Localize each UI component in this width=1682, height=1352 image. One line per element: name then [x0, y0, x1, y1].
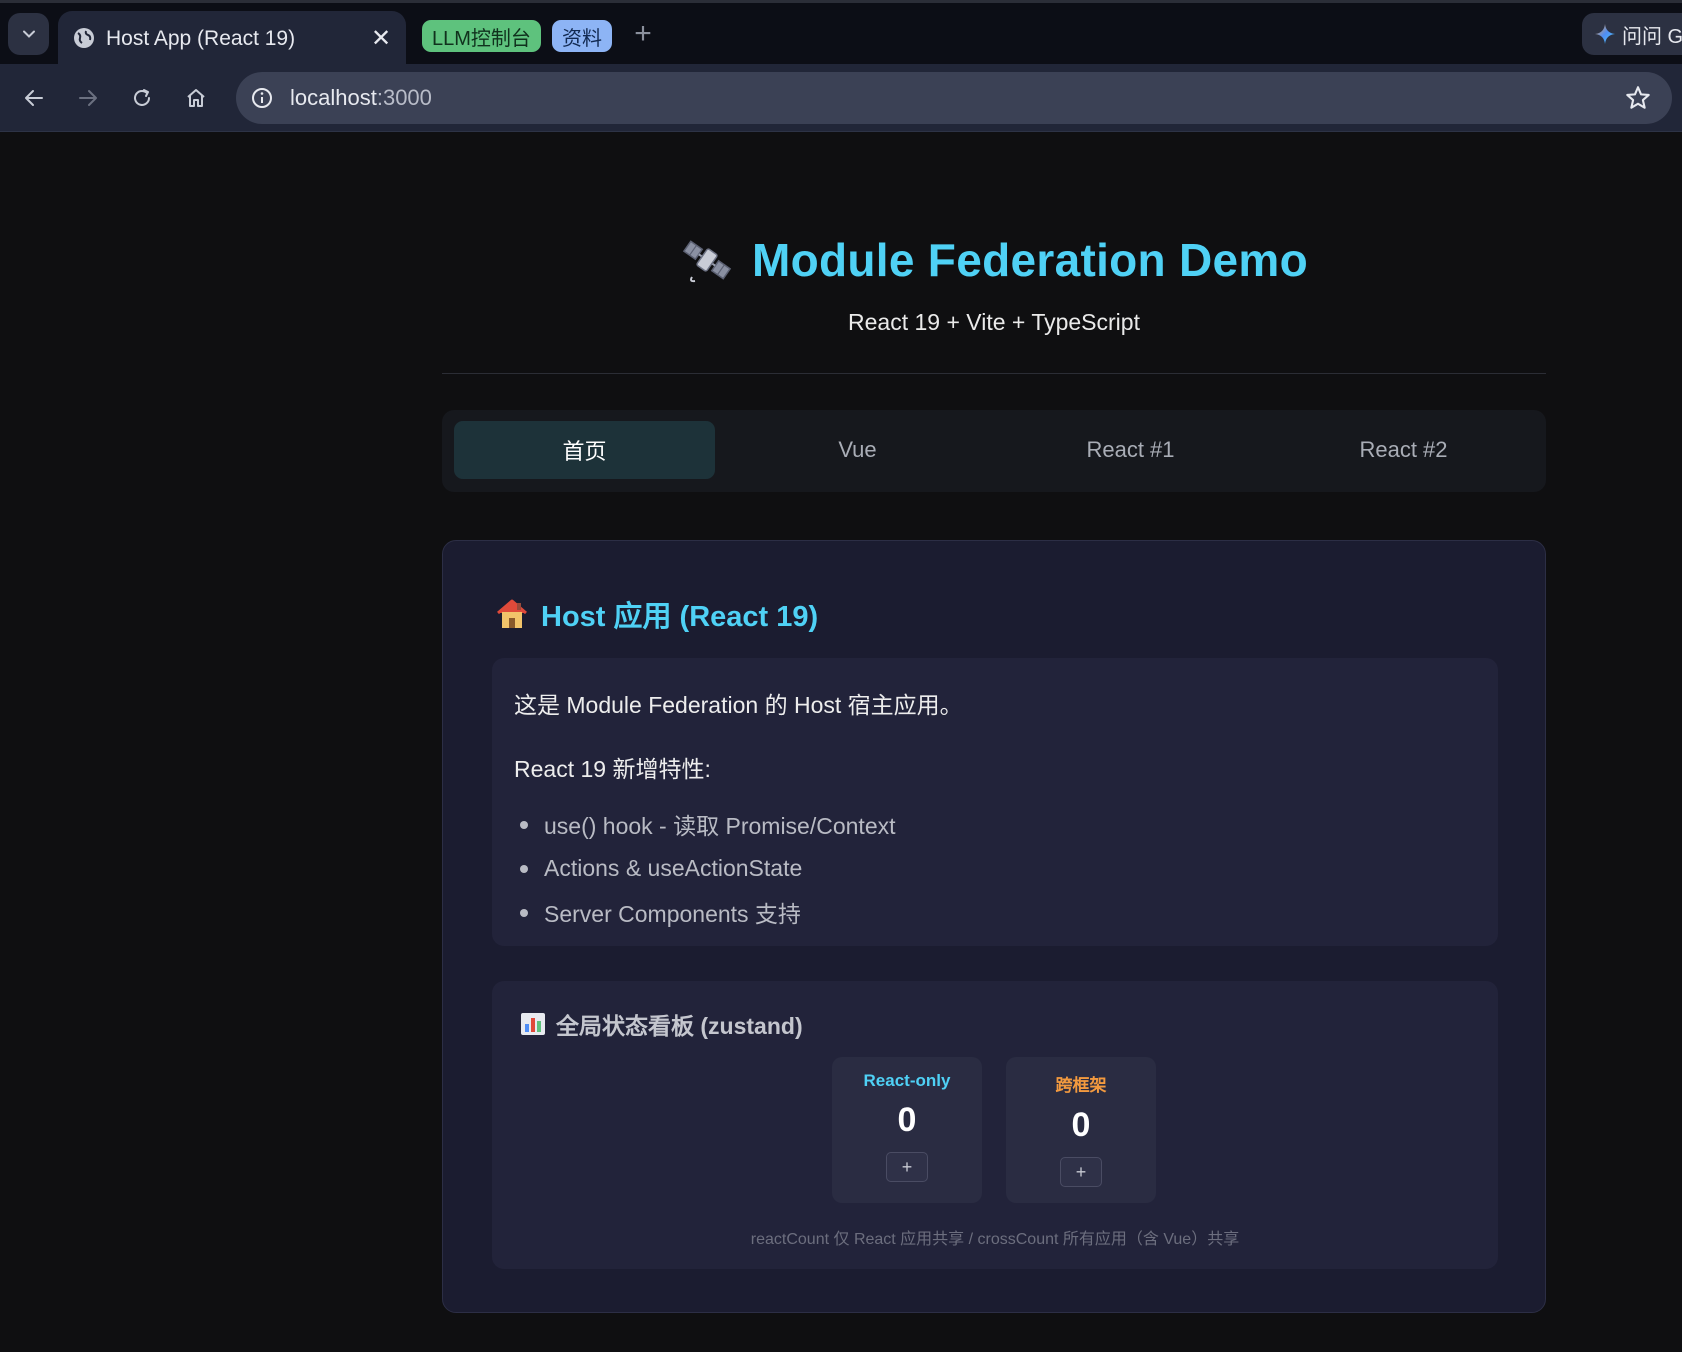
page-content: Module Federation Demo React 19 + Vite +…	[0, 133, 1682, 1352]
features-list: use() hook - 读取 Promise/Context Actions …	[514, 802, 1476, 934]
arrow-right-icon	[79, 90, 97, 106]
intro-text: 这是 Module Federation 的 Host 宿主应用。	[514, 692, 963, 718]
state-board-title-text: 全局状态看板 (zustand)	[556, 1013, 803, 1039]
browser-tab-strip: Host App (React 19) ✕ LLM控制台 资料 + 问问 G	[0, 0, 1682, 67]
title-row: Module Federation Demo	[442, 233, 1546, 287]
browser-tab-active[interactable]: Host App (React 19) ✕	[58, 11, 406, 67]
chevron-down-icon	[22, 30, 35, 38]
new-tab-button[interactable]: +	[628, 17, 658, 50]
ask-assistant-button[interactable]: 问问 G	[1582, 13, 1682, 55]
ask-assistant-label: 问问 G	[1622, 25, 1682, 48]
host-app-card: Host 应用 (React 19) 这是 Module Federation …	[442, 540, 1546, 1313]
forward-button[interactable]	[70, 80, 106, 116]
tab-react-1[interactable]: React #1	[1000, 421, 1261, 479]
feature-item: Actions & useActionState	[514, 846, 1476, 890]
info-icon[interactable]	[250, 86, 274, 110]
url-host: localhost	[290, 85, 377, 110]
state-board-title: 全局状态看板 (zustand)	[520, 1007, 803, 1041]
increment-react-button[interactable]: +	[886, 1152, 928, 1182]
tab-react-2[interactable]: React #2	[1273, 421, 1534, 479]
bookmark-chip-ziliao[interactable]: 资料	[552, 20, 612, 52]
feature-item: Server Components 支持	[514, 890, 1476, 934]
reload-button[interactable]	[124, 80, 160, 116]
reload-icon	[134, 89, 150, 106]
home-icon	[187, 89, 205, 107]
tab-close-button[interactable]: ✕	[366, 23, 396, 53]
satellite-icon	[682, 240, 732, 283]
counter-value: 0	[1071, 1106, 1091, 1144]
bar-chart-icon	[521, 1013, 545, 1035]
url-port: :3000	[376, 85, 432, 110]
feature-item: use() hook - 读取 Promise/Context	[514, 802, 1476, 846]
counter-label: 跨框架	[1055, 1076, 1107, 1095]
card-title-text: Host 应用 (React 19)	[541, 601, 819, 633]
page-subtitle: React 19 + Vite + TypeScript	[848, 309, 1140, 335]
arrow-left-icon	[25, 90, 43, 106]
counter-value: 0	[897, 1101, 917, 1139]
home-button[interactable]	[178, 80, 214, 116]
address-url[interactable]: localhost:3000	[290, 85, 432, 111]
react-only-counter: React-only 0 +	[832, 1057, 982, 1203]
sparkle-icon	[1595, 24, 1615, 44]
browser-toolbar: localhost:3000	[0, 64, 1682, 132]
features-heading: React 19 新增特性:	[514, 756, 711, 782]
page-title: Module Federation Demo	[751, 234, 1309, 286]
tab-search-button[interactable]	[8, 13, 49, 55]
tab-title: Host App (React 19)	[106, 27, 296, 50]
global-state-board: 全局状态看板 (zustand) React-only 0 + 跨框架 0 + …	[492, 981, 1498, 1269]
address-bar[interactable]: localhost:3000	[236, 72, 1672, 124]
page-header: Module Federation Demo React 19 + Vite +…	[442, 233, 1546, 336]
app-nav-tabs: 首页 Vue React #1 React #2	[442, 410, 1546, 492]
tab-vue[interactable]: Vue	[727, 421, 988, 479]
back-button[interactable]	[16, 80, 52, 116]
bookmark-chip-llm[interactable]: LLM控制台	[422, 20, 541, 52]
counter-label: React-only	[863, 1071, 951, 1090]
globe-icon	[74, 28, 94, 48]
increment-cross-button[interactable]: +	[1060, 1157, 1102, 1187]
info-box: 这是 Module Federation 的 Host 宿主应用。 React …	[492, 658, 1498, 946]
star-icon[interactable]	[1624, 84, 1652, 112]
header-divider	[442, 373, 1546, 374]
tab-home[interactable]: 首页	[454, 421, 715, 479]
card-title: Host 应用 (React 19)	[495, 593, 818, 635]
cross-framework-counter: 跨框架 0 +	[1006, 1057, 1156, 1203]
state-board-note: reactCount 仅 React 应用共享 / crossCount 所有应…	[750, 1231, 1240, 1248]
house-icon	[497, 599, 527, 628]
